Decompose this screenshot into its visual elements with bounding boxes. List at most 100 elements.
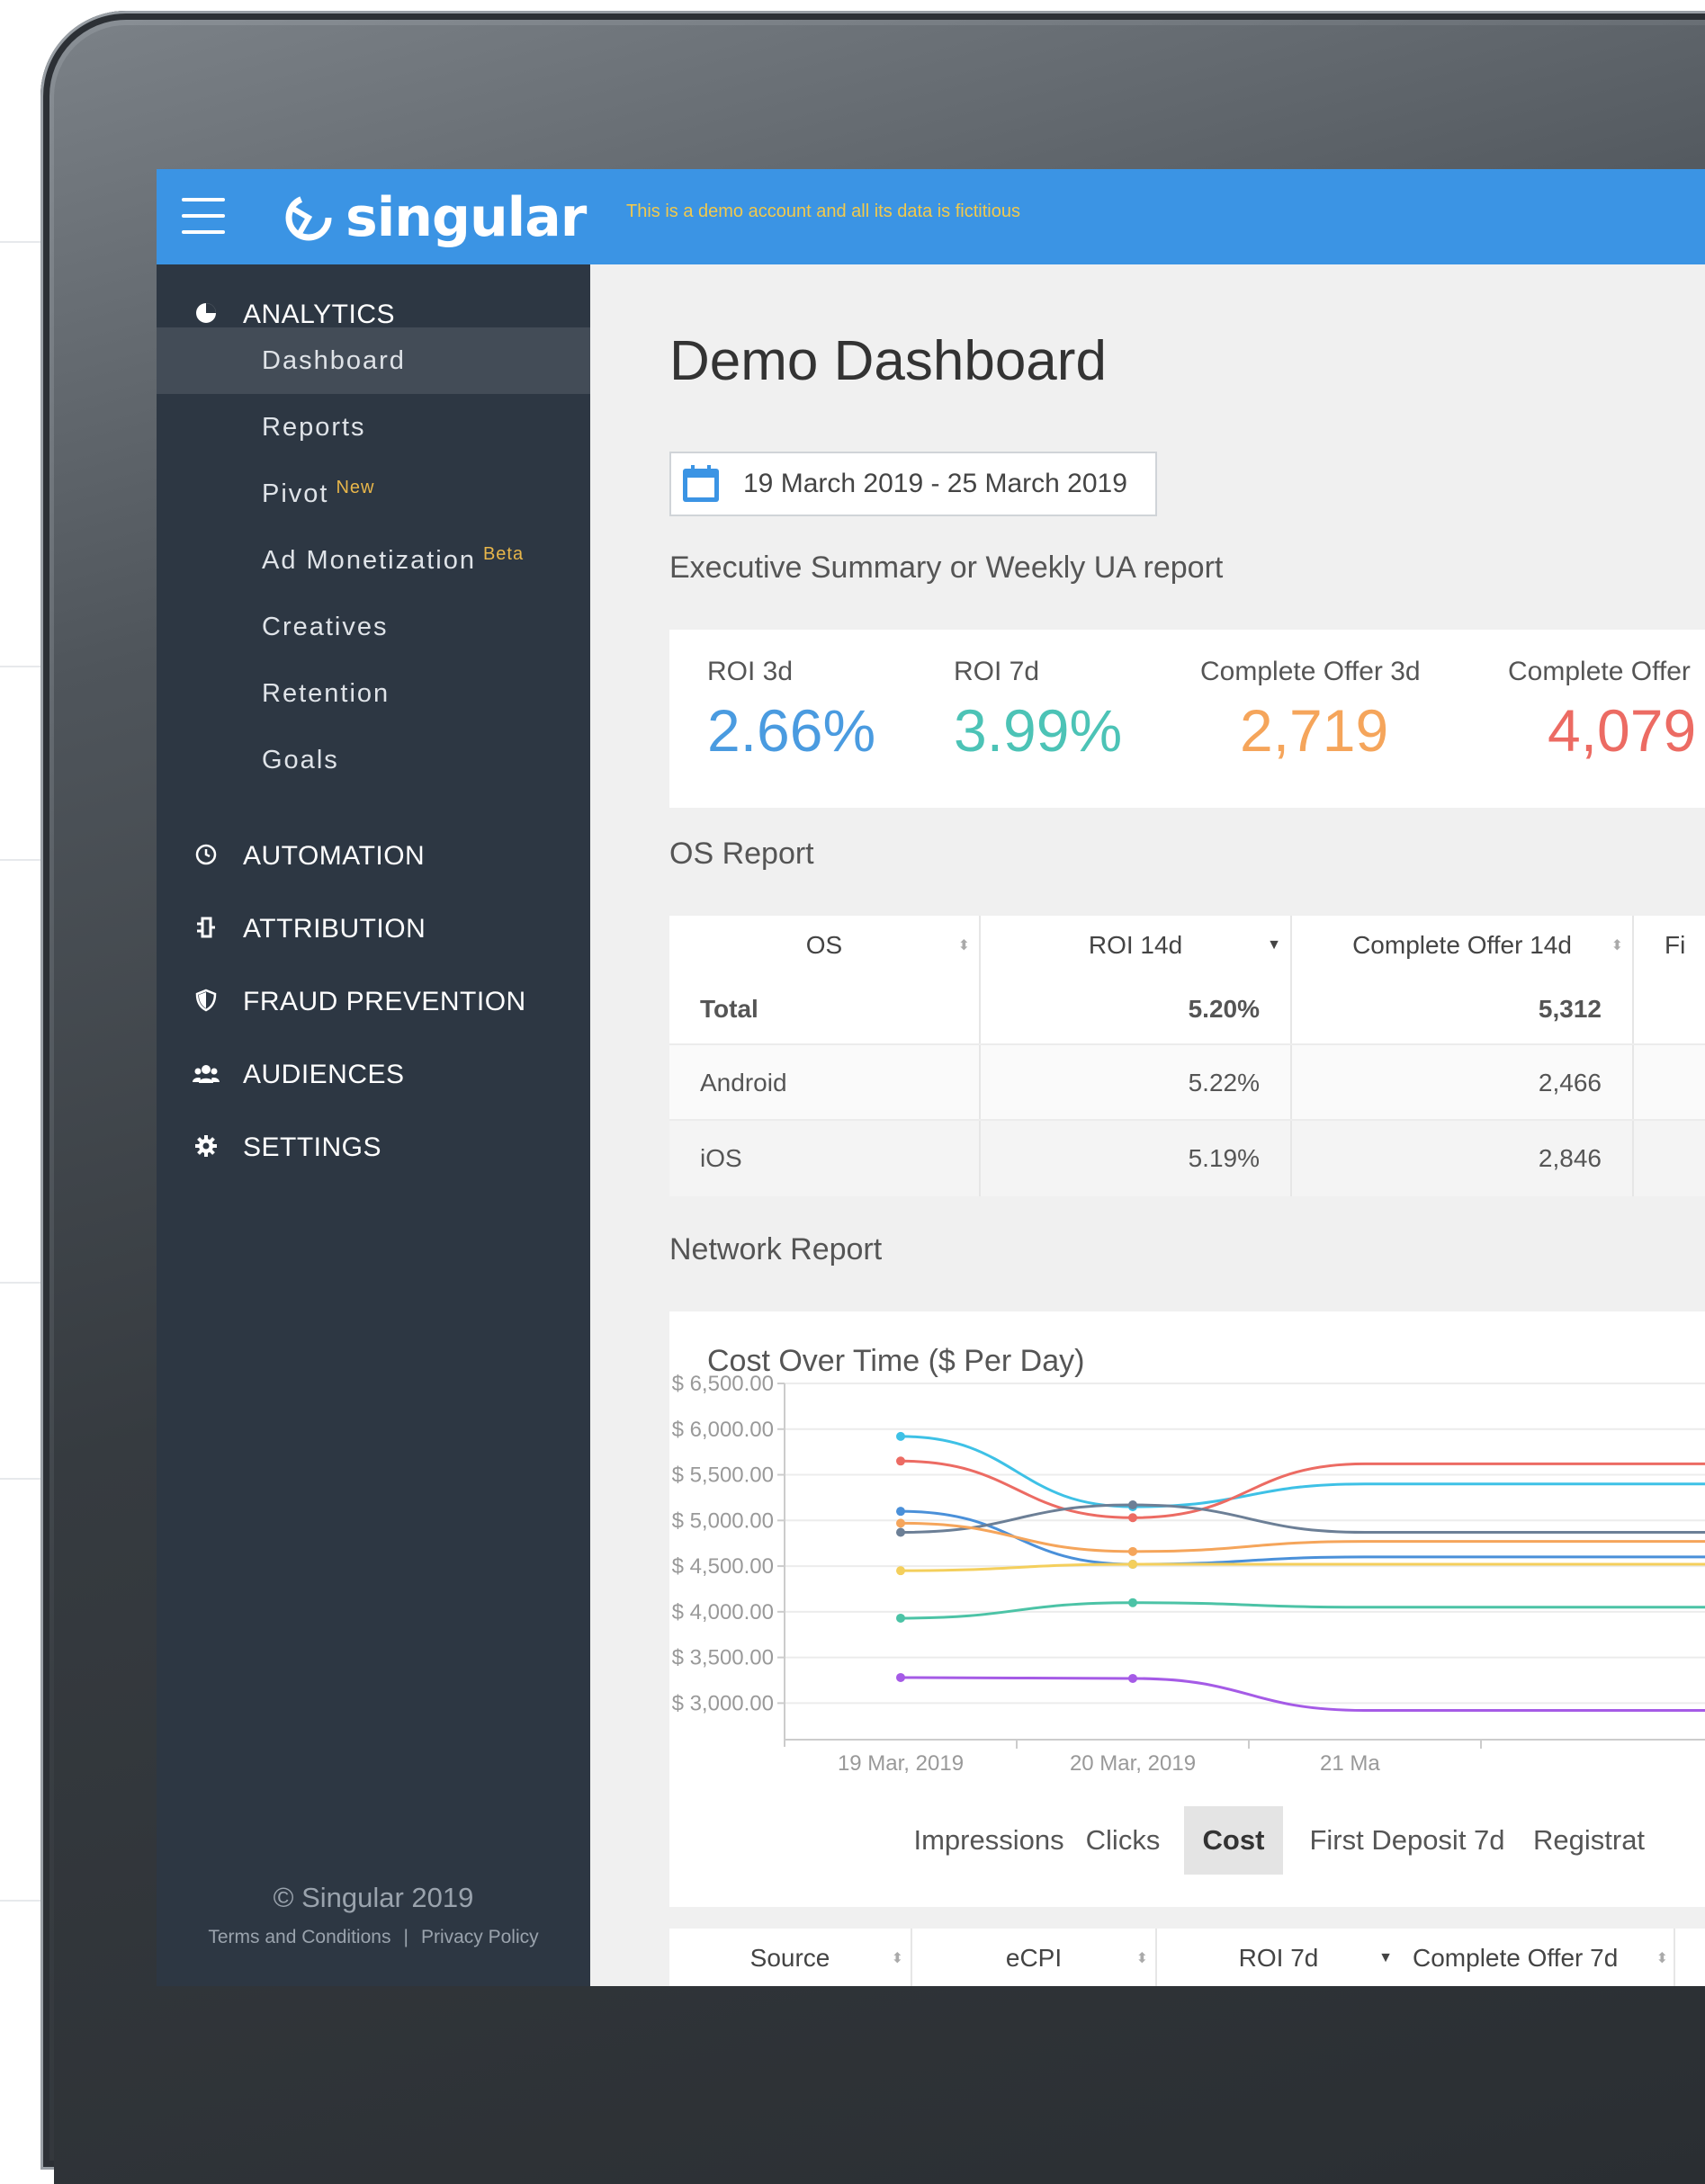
x-tick-label: 19 Mar, 2019 — [838, 1751, 964, 1776]
sort-desc-icon: ▼ — [1267, 937, 1281, 953]
series-point — [1128, 1500, 1137, 1510]
nav-section-settings[interactable]: SETTINGS — [157, 1121, 590, 1175]
table-header-row: OS ⬍ ROI 14d ▼ Complete Offer 14d ⬍ Fi — [669, 916, 1705, 977]
sidebar-item-label: Ad Monetization — [262, 545, 476, 575]
series-line — [900, 1601, 1705, 1620]
kpi-label: Complete Offer — [1508, 657, 1691, 686]
sidebar-item-goals[interactable]: Goals — [157, 727, 590, 793]
tab-cost[interactable]: Cost — [1184, 1806, 1283, 1875]
series-point — [896, 1431, 905, 1441]
singular-logo[interactable]: singular — [281, 182, 587, 254]
sidebar-item-label: Retention — [262, 678, 390, 708]
tab-clicks[interactable]: Clicks — [1080, 1806, 1166, 1875]
column-header-label: Fi — [1665, 931, 1686, 959]
demo-account-notice: This is a demo account and all its data … — [626, 201, 1020, 221]
series-point — [896, 1507, 905, 1517]
sidebar-item-label: Goals — [262, 745, 339, 774]
series-point — [1128, 1598, 1137, 1607]
sidebar-item-dashboard[interactable]: Dashboard — [157, 327, 590, 394]
metric-tabs: Impressions Clicks Cost First Deposit 7d… — [669, 1806, 1705, 1878]
column-header-os[interactable]: OS ⬍ — [669, 916, 981, 975]
column-header-label: OS — [805, 931, 843, 959]
terms-link[interactable]: Terms and Conditions — [208, 1927, 390, 1947]
nav-section-automation[interactable]: AUTOMATION — [157, 829, 590, 883]
date-range-picker[interactable]: 19 March 2019 - 25 March 2019 — [669, 452, 1157, 516]
nav-section-audiences[interactable]: AUDIENCES — [157, 1048, 590, 1102]
calendar-icon — [680, 463, 722, 505]
column-header-truncated[interactable]: Fi — [1634, 916, 1705, 975]
tab-impressions[interactable]: Impressions — [913, 1806, 1063, 1875]
sidebar-item-retention[interactable]: Retention — [157, 660, 590, 727]
series-point — [896, 1566, 905, 1576]
kpi-label: ROI 7d — [954, 657, 1040, 686]
kpi-complete-offer-3d: Complete Offer 3d 2,719 — [1200, 657, 1421, 765]
sort-icon: ⬍ — [957, 938, 970, 953]
date-range-text: 19 March 2019 - 25 March 2019 — [743, 469, 1127, 498]
offer-cell: 2,846 — [1292, 1121, 1634, 1196]
sidebar-item-label: Reports — [262, 412, 366, 442]
y-tick-label: $ 6,500.00 — [672, 1372, 774, 1396]
shield-icon — [193, 989, 220, 1016]
sort-icon: ⬍ — [1135, 1951, 1148, 1966]
kpi-value: 2,719 — [1240, 697, 1389, 764]
sidebar-item-reports[interactable]: Reports — [157, 394, 590, 461]
column-header-label: eCPI — [1005, 1944, 1063, 1972]
kpi-complete-offer: Complete Offer 4,079 — [1508, 657, 1696, 765]
column-header-label: Complete Offer 14d — [1352, 931, 1572, 959]
column-header-label: Source — [749, 1944, 830, 1972]
sidebar-item-ad-monetization[interactable]: Ad Monetization Beta — [157, 527, 590, 594]
pie-chart-icon — [193, 301, 220, 328]
y-tick-label: $ 6,000.00 — [672, 1418, 774, 1442]
kpi-value: 2.66% — [707, 697, 876, 764]
tab-first-deposit-7d[interactable]: First Deposit 7d — [1301, 1806, 1513, 1875]
column-header-label: ROI 14d — [1088, 931, 1183, 959]
executive-summary-card: ROI 3d 2.66% ROI 7d 3.99% Complete Offer… — [669, 630, 1705, 808]
y-tick-label: $ 5,000.00 — [672, 1508, 774, 1533]
beta-badge: Beta — [482, 543, 525, 564]
nav-section-label: SETTINGS — [243, 1132, 382, 1162]
copyright-text: © Singular 2019 — [273, 1882, 474, 1913]
x-tick-label: 21 Ma — [1320, 1751, 1380, 1776]
os-report-title: OS Report — [669, 837, 814, 871]
column-header-complete-offer-7d[interactable]: Complete Offer 7d ⬍ — [1405, 1929, 1675, 1986]
column-header-source[interactable]: Source ⬍ — [669, 1929, 912, 1986]
kpi-value: 3.99% — [954, 697, 1123, 764]
page-title: Demo Dashboard — [669, 330, 1107, 392]
table-row: Total 5.20% 5,312 — [669, 975, 1705, 1043]
nav-section-fraud-prevention[interactable]: FRAUD PREVENTION — [157, 975, 590, 1029]
cost-over-time-chart: $ 6,500.00 $ 6,000.00 $ 5,500.00 $ 5,000.00… — [672, 1372, 1705, 1776]
kpi-roi-7d: ROI 7d 3.99% — [954, 657, 1122, 765]
column-header-ecpi[interactable]: eCPI ⬍ — [912, 1929, 1157, 1986]
executive-summary-title: Executive Summary or Weekly UA report — [669, 550, 1224, 585]
y-tick-label: $ 3,000.00 — [672, 1691, 774, 1715]
sort-icon: ⬍ — [1611, 938, 1623, 953]
series-line — [900, 1676, 1705, 1713]
column-header-label: Complete Offer 7d — [1413, 1944, 1619, 1972]
column-header-roi-7d[interactable]: ROI 7d ▼ — [1157, 1929, 1400, 1986]
sort-desc-icon: ▼ — [1378, 1950, 1393, 1965]
nav-section-label: AUDIENCES — [243, 1060, 405, 1089]
sort-icon: ⬍ — [1656, 1951, 1668, 1966]
sort-icon: ⬍ — [891, 1951, 903, 1966]
series-line — [900, 1521, 1705, 1553]
offer-cell: 5,312 — [1292, 975, 1634, 1043]
tab-registration[interactable]: Registrat — [1533, 1806, 1705, 1875]
series-point — [896, 1456, 905, 1466]
os-cell: Total — [669, 975, 981, 1043]
sidebar-item-creatives[interactable]: Creatives — [157, 594, 590, 660]
column-header-roi-14d[interactable]: ROI 14d ▼ — [981, 916, 1292, 975]
privacy-link[interactable]: Privacy Policy — [421, 1927, 539, 1947]
y-tick-label: $ 4,000.00 — [672, 1600, 774, 1625]
nav-section-attribution[interactable]: ATTRIBUTION — [157, 902, 590, 956]
hamburger-menu-icon[interactable] — [182, 198, 225, 234]
nav-section-label: ANALYTICS — [243, 300, 395, 329]
y-tick-label: $ 5,500.00 — [672, 1463, 774, 1488]
roi-cell: 5.19% — [981, 1121, 1292, 1196]
nav-section-label: ATTRIBUTION — [243, 914, 426, 944]
sidebar-item-pivot[interactable]: Pivot New — [157, 461, 590, 527]
roi-cell: 5.20% — [981, 975, 1292, 1043]
kpi-roi-3d: ROI 3d 2.66% — [707, 657, 875, 765]
column-header-complete-offer-14d[interactable]: Complete Offer 14d ⬍ — [1292, 916, 1634, 975]
y-tick-label: $ 3,500.00 — [672, 1646, 774, 1670]
network-source-table-header: Source ⬍ eCPI ⬍ ROI 7d ▼ Complete Offer … — [669, 1929, 1705, 1986]
